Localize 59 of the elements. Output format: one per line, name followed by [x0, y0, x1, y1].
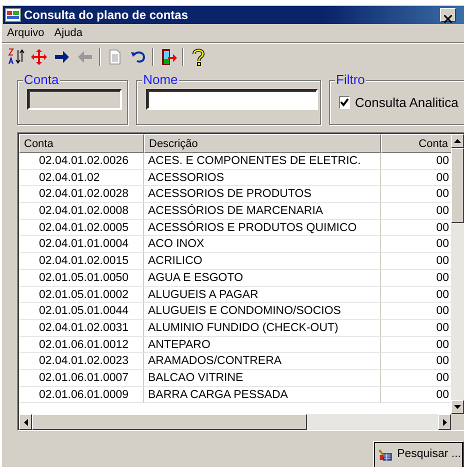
exit-door-icon[interactable] [159, 48, 177, 66]
table-cell: 02.04.01.02 [19, 170, 144, 186]
group-label: Conta [23, 73, 60, 87]
table-cell: ANTEPARO [144, 336, 381, 354]
move-icon[interactable] [30, 48, 48, 66]
search-button[interactable]: Pesquisar ... [373, 441, 464, 467]
table-cell: 02.01.06.01.0012 [19, 336, 144, 354]
group-label: Filtro [335, 73, 366, 87]
table-cell: ACESSORIOS [144, 170, 381, 186]
triangle-down-icon [454, 405, 461, 409]
scrollbar-thumb[interactable] [32, 414, 307, 430]
scroll-down-button[interactable] [451, 400, 464, 414]
table-cell: 02.01.05.01.0044 [19, 303, 144, 320]
table-cell: ALUGUEIS E CONDOMINO/SOCIOS [144, 303, 381, 320]
table-cell: ACRILICO [144, 253, 381, 270]
triangle-up-icon [454, 139, 461, 143]
input-field[interactable] [146, 89, 318, 110]
table-cell: 02.01.05.01.0050 [19, 270, 144, 286]
table-cell: 02.04.01.01.0004 [19, 236, 144, 254]
table-cell: 02.04.01.02.0026 [19, 153, 144, 170]
close-button[interactable] [440, 8, 456, 22]
table-cell: ARAMADOS/CONTRERA [144, 353, 381, 370]
menu-item[interactable]: Ajuda [54, 24, 82, 42]
table-cell: BARRA CARGA PESSADA [144, 386, 381, 404]
sort-icon[interactable] [7, 48, 25, 66]
table-cell: BALCAO VITRINE [144, 370, 381, 387]
checkbox[interactable] [339, 96, 350, 110]
table-cell: ACES. E COMPONENTES DE ELETRIC. [144, 153, 381, 170]
table-cell: 02.04.01.02.0031 [19, 320, 144, 337]
table-cell: 02.01.06.01.0007 [19, 370, 144, 387]
table-cell: ACESSÓRIOS E PRODUTOS QUIMICO [144, 220, 381, 236]
table-cell: 02.04.01.02.0008 [19, 203, 144, 220]
close-icon [444, 14, 452, 23]
triangle-right-icon [442, 418, 446, 426]
table-cell: 02.01.05.01.0002 [19, 286, 144, 304]
scroll-right-button[interactable] [438, 414, 451, 430]
arrow-right-icon[interactable] [53, 48, 71, 66]
table-cell: ALUMINIO FUNDIDO (CHECK-OUT) [144, 320, 381, 337]
table-cell: ALUGUEIS A PAGAR [144, 286, 381, 304]
table-cell: 02.04.01.02.0023 [19, 353, 144, 370]
checkbox-label: Consulta Analitica [355, 94, 458, 112]
table-cell: 02.04.01.02.0005 [19, 220, 144, 236]
table-cell: 02.01.06.01.0009 [19, 386, 144, 404]
triangle-left-icon [24, 418, 28, 426]
table-cell: ACO INOX [144, 236, 381, 254]
table-cell: 02.04.01.02.0015 [19, 253, 144, 270]
scrollbar-thumb[interactable] [451, 148, 464, 223]
window-title: Consulta do plano de contas [24, 7, 188, 24]
table-cell: ACESSORIOS DE PRODUTOS [144, 186, 381, 204]
menu-item[interactable]: Arquivo [7, 24, 44, 42]
column-header[interactable]: Descrição [144, 134, 381, 153]
column-header[interactable]: Conta [19, 134, 144, 153]
group-label: Nome [142, 73, 179, 87]
app-icon [5, 8, 21, 22]
table-cell: AGUA E ESGOTO [144, 270, 381, 286]
scroll-up-button[interactable] [451, 134, 464, 148]
table-cell: ACESSÓRIOS DE MARCENARIA [144, 203, 381, 220]
table-cell: 02.04.01.02.0028 [19, 186, 144, 204]
scroll-left-button[interactable] [19, 414, 32, 430]
